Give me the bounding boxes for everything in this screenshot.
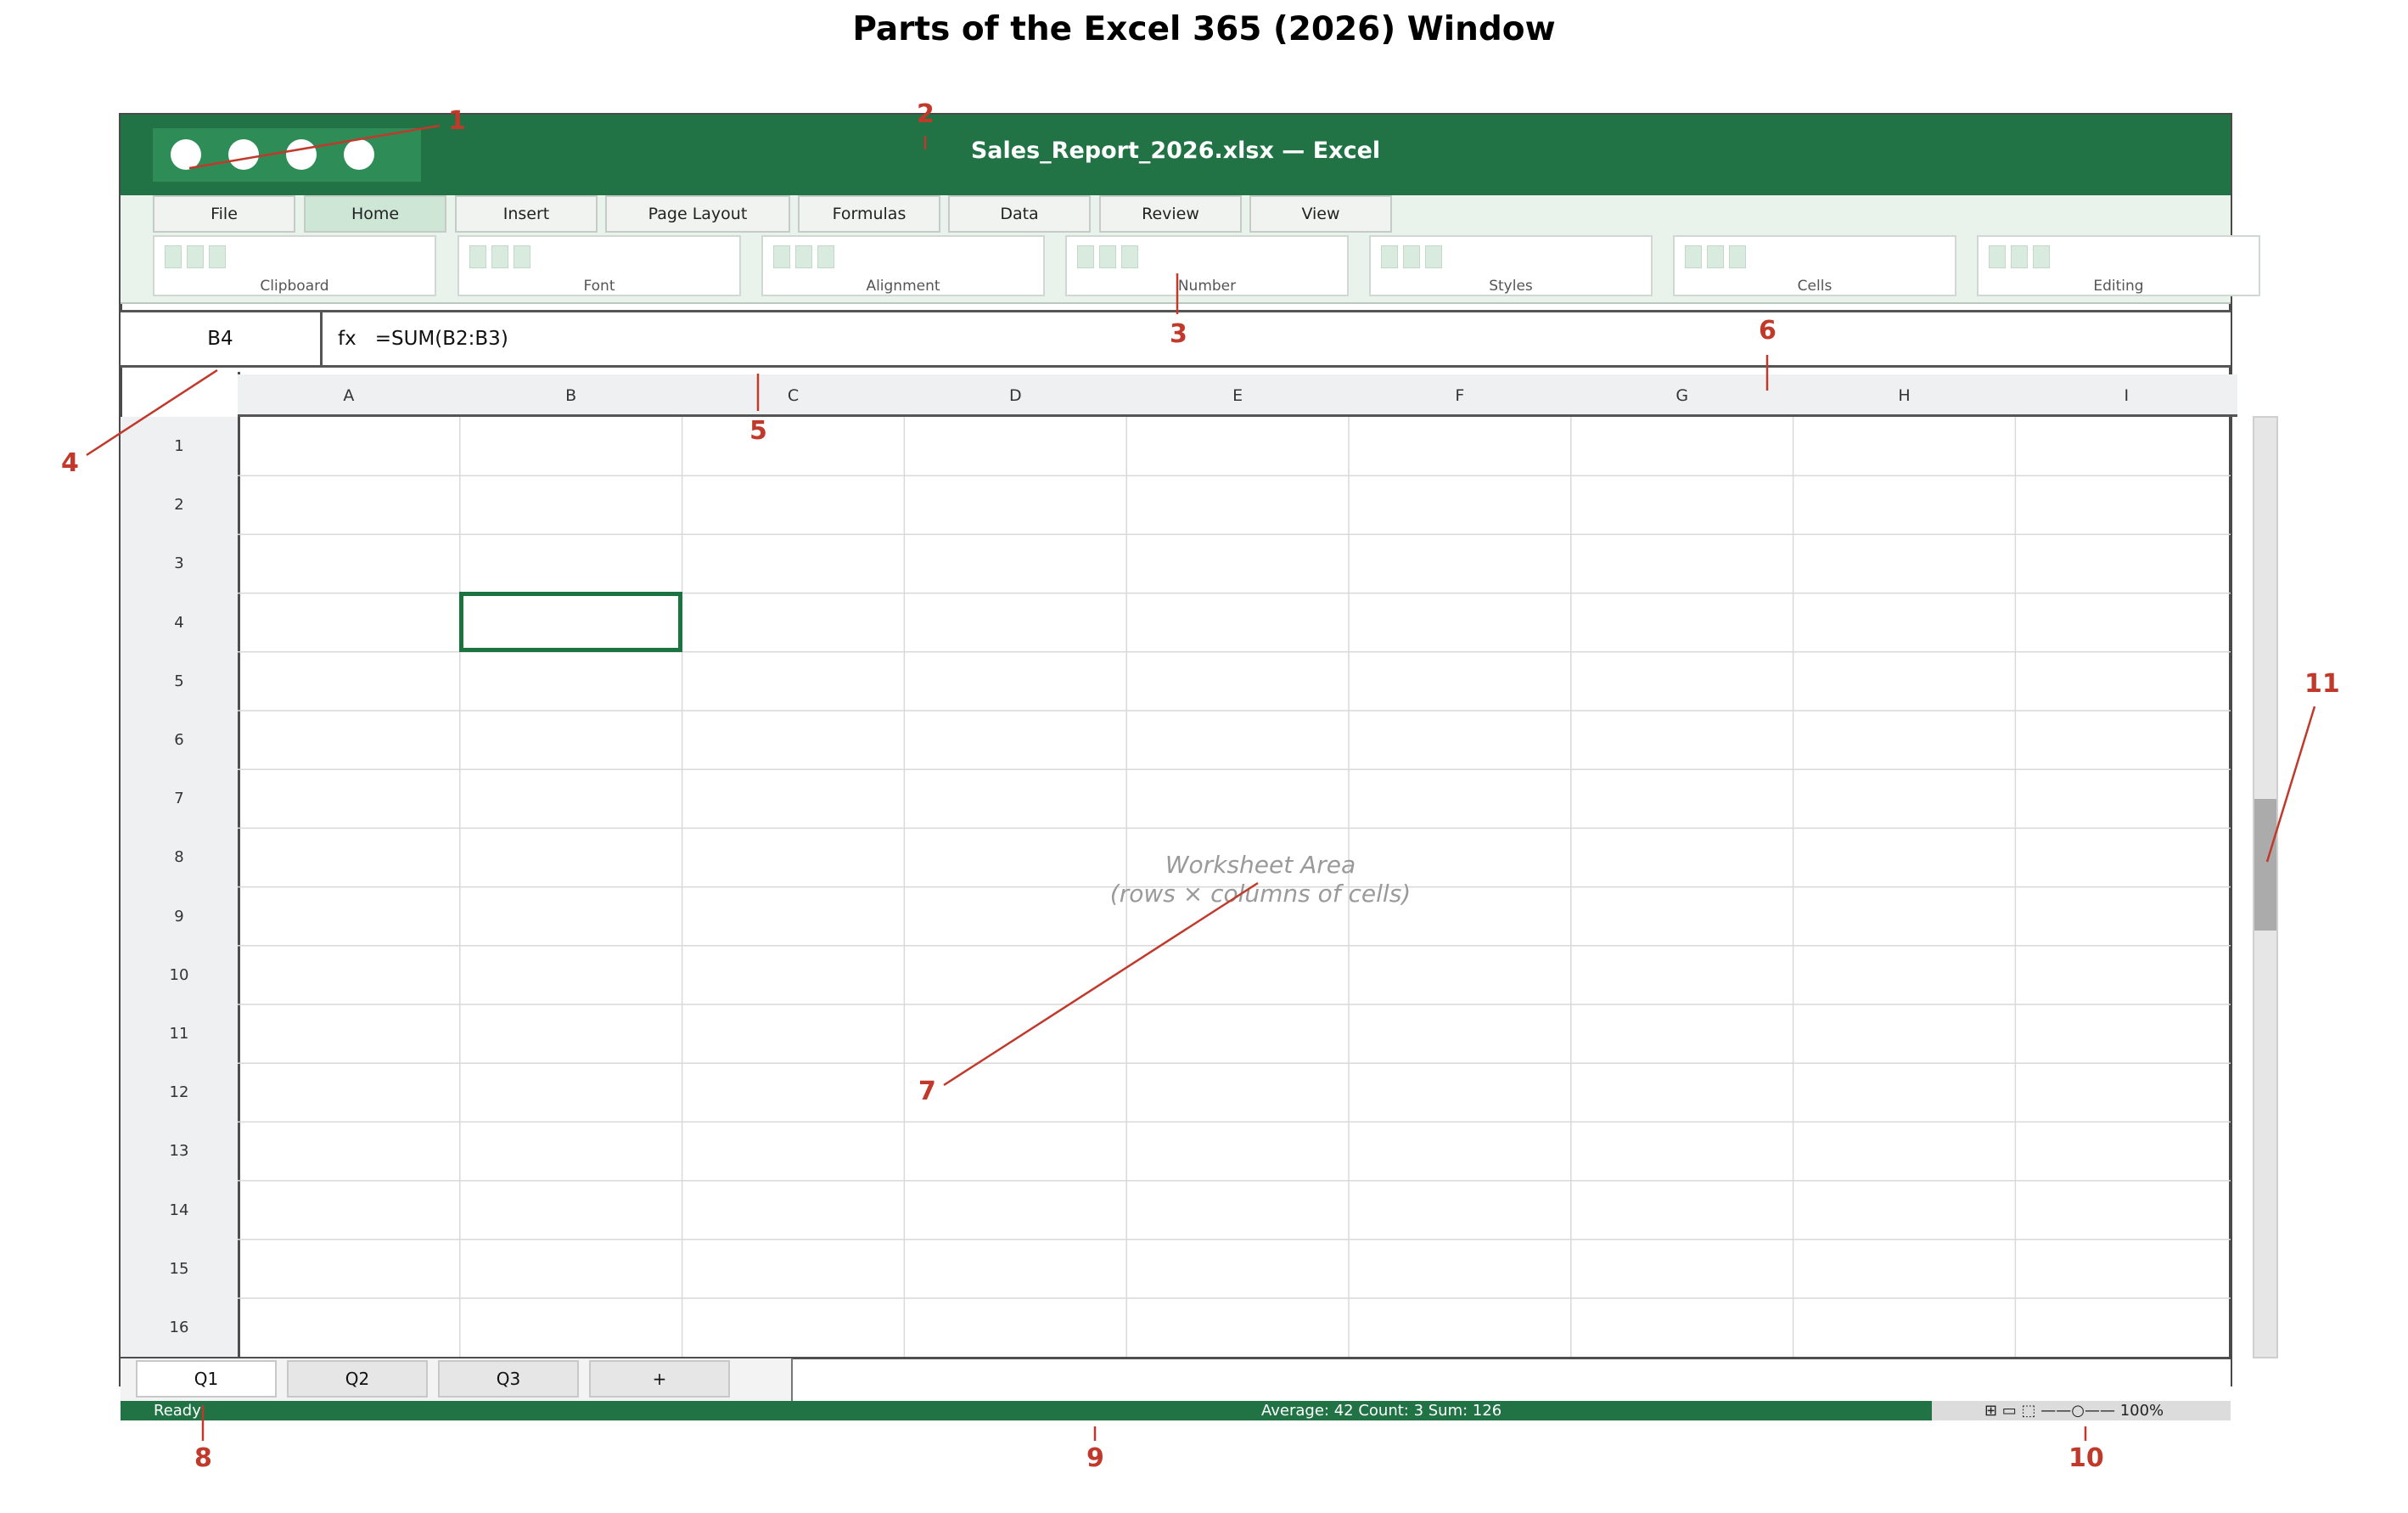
callout-6: 6	[1759, 316, 1777, 346]
callout-9: 9	[1086, 1443, 1104, 1473]
callout-4: 4	[61, 448, 79, 478]
callout-5: 5	[749, 416, 767, 446]
callout-1: 1	[448, 106, 466, 136]
callout-3: 3	[1170, 319, 1187, 349]
leader-line-4	[86, 368, 218, 457]
leader-line-11	[2265, 706, 2316, 863]
callout-11: 11	[2304, 669, 2340, 699]
callout-8: 8	[194, 1443, 212, 1473]
callout-7: 7	[918, 1077, 936, 1106]
callout-10: 10	[2068, 1443, 2104, 1473]
callout-2: 2	[917, 99, 935, 129]
leader-line-1	[188, 124, 441, 170]
callout-leaders	[86, 124, 2316, 1441]
leader-line-7	[943, 881, 1259, 1087]
